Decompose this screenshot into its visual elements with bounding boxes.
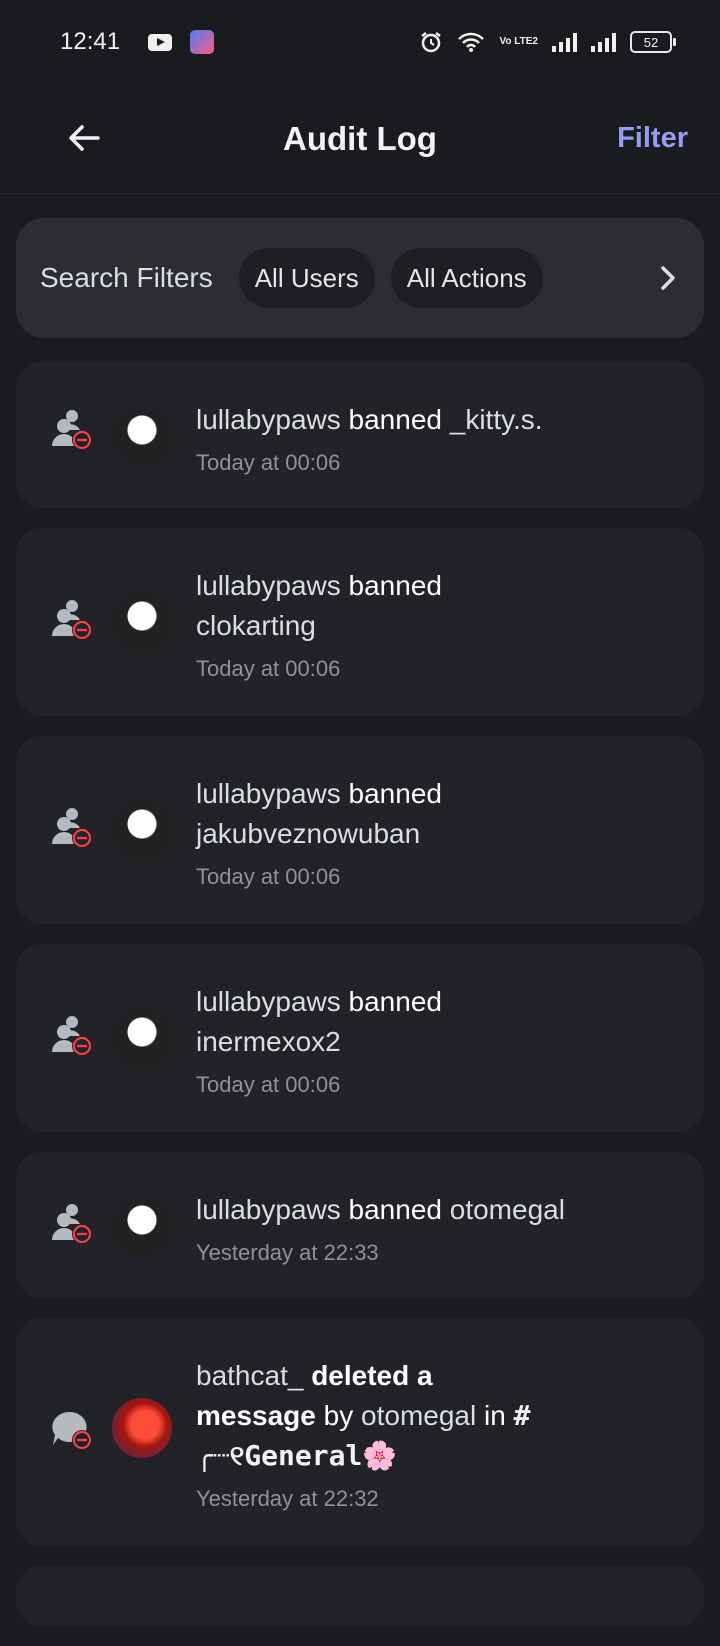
avatar	[112, 592, 172, 652]
audit-log-entry[interactable]: lullabypaws banned _kitty.s. Today at 00…	[16, 362, 704, 508]
actor-name: lullabypaws	[196, 778, 341, 809]
entry-timestamp: Yesterday at 22:33	[196, 1240, 379, 1265]
avatar	[112, 406, 172, 466]
avatar	[112, 1398, 172, 1458]
search-filters-bar: Search Filters All Users All Actions	[16, 218, 704, 338]
avatar	[112, 800, 172, 860]
signal-1-icon	[552, 32, 577, 52]
entry-text: bathcat_ deleted a message by otomegal i…	[196, 1356, 536, 1476]
action-verb: deleted a	[311, 1360, 433, 1391]
wifi-icon	[458, 32, 485, 52]
target-name: inermexox2	[196, 1026, 341, 1057]
volte-indicator: Vo LTE2	[499, 36, 538, 47]
chevron-right-icon[interactable]	[654, 262, 682, 294]
entry-timestamp: Today at 00:06	[196, 1072, 341, 1097]
all-actions-chip[interactable]: All Actions	[390, 248, 543, 308]
actor-name: bathcat_	[196, 1360, 304, 1391]
battery-level: 52	[643, 34, 659, 50]
actor-name: lullabypaws	[196, 1194, 341, 1225]
entry-timestamp: Today at 00:06	[196, 450, 341, 475]
target-name: otomegal	[449, 1194, 565, 1225]
status-bar: 12:41 Vo LTE2 52	[0, 0, 720, 84]
audit-log-entry[interactable]: bathcat_ deleted a message by otomegal i…	[16, 1318, 704, 1546]
action-verb: banned	[348, 570, 442, 601]
actor-name: lullabypaws	[196, 986, 341, 1017]
status-time: 12:41	[60, 28, 121, 55]
audit-log-entry[interactable]: lullabypaws banned clokarting Today at 0…	[16, 528, 704, 716]
audit-log-list: lullabypaws banned _kitty.s. Today at 00…	[16, 362, 704, 1646]
entry-text: lullabypaws banned inermexox2	[196, 982, 496, 1062]
message-delete-icon	[52, 1411, 92, 1450]
member-ban-icon	[52, 1204, 92, 1244]
entry-text: lullabypaws banned _kitty.s.	[196, 400, 664, 440]
action-object: message	[196, 1400, 316, 1431]
entry-text: lullabypaws banned jakubveznowuban	[196, 774, 496, 854]
member-ban-icon	[52, 410, 92, 450]
alarm-icon	[421, 32, 442, 53]
in-word: in	[483, 1400, 506, 1431]
app-notification-icon	[190, 30, 215, 54]
target-name: _kitty.s.	[449, 404, 543, 435]
avatar	[112, 1196, 172, 1256]
action-verb: banned	[348, 1194, 442, 1225]
youtube-notification-icon	[148, 33, 173, 51]
signal-2-icon	[591, 32, 616, 52]
audit-log-entry[interactable]	[16, 1566, 704, 1626]
audit-log-entry[interactable]: lullabypaws banned jakubveznowuban Today…	[16, 736, 704, 924]
action-verb: banned	[348, 778, 442, 809]
entry-timestamp: Today at 00:06	[196, 656, 341, 681]
target-name: jakubveznowuban	[196, 818, 421, 849]
audit-log-entry[interactable]: lullabypaws banned otomegal Yesterday at…	[16, 1152, 704, 1298]
action-verb: banned	[348, 986, 442, 1017]
entry-text: lullabypaws banned otomegal	[196, 1190, 664, 1230]
search-filters-label: Search Filters	[40, 262, 213, 293]
header: Audit Log Filter	[0, 84, 720, 194]
member-ban-icon	[52, 600, 92, 640]
member-ban-icon	[52, 1016, 92, 1056]
page-title: Audit Log	[283, 120, 437, 157]
actor-name: lullabypaws	[196, 570, 341, 601]
entry-timestamp: Today at 00:06	[196, 864, 341, 889]
avatar	[112, 1008, 172, 1068]
audit-log-entry[interactable]: lullabypaws banned inermexox2 Today at 0…	[16, 944, 704, 1132]
all-users-chip[interactable]: All Users	[238, 248, 375, 308]
battery-icon: 52	[630, 31, 676, 53]
entry-timestamp: Yesterday at 22:32	[196, 1486, 379, 1511]
entry-text: lullabypaws banned clokarting	[196, 566, 496, 646]
by-word: by	[323, 1400, 354, 1431]
actor-name: lullabypaws	[196, 404, 341, 435]
target-name: clokarting	[196, 610, 316, 641]
target-name: otomegal	[361, 1400, 477, 1431]
action-verb: banned	[348, 404, 442, 435]
filter-button[interactable]: Filter	[617, 122, 688, 155]
member-ban-icon	[52, 808, 92, 848]
